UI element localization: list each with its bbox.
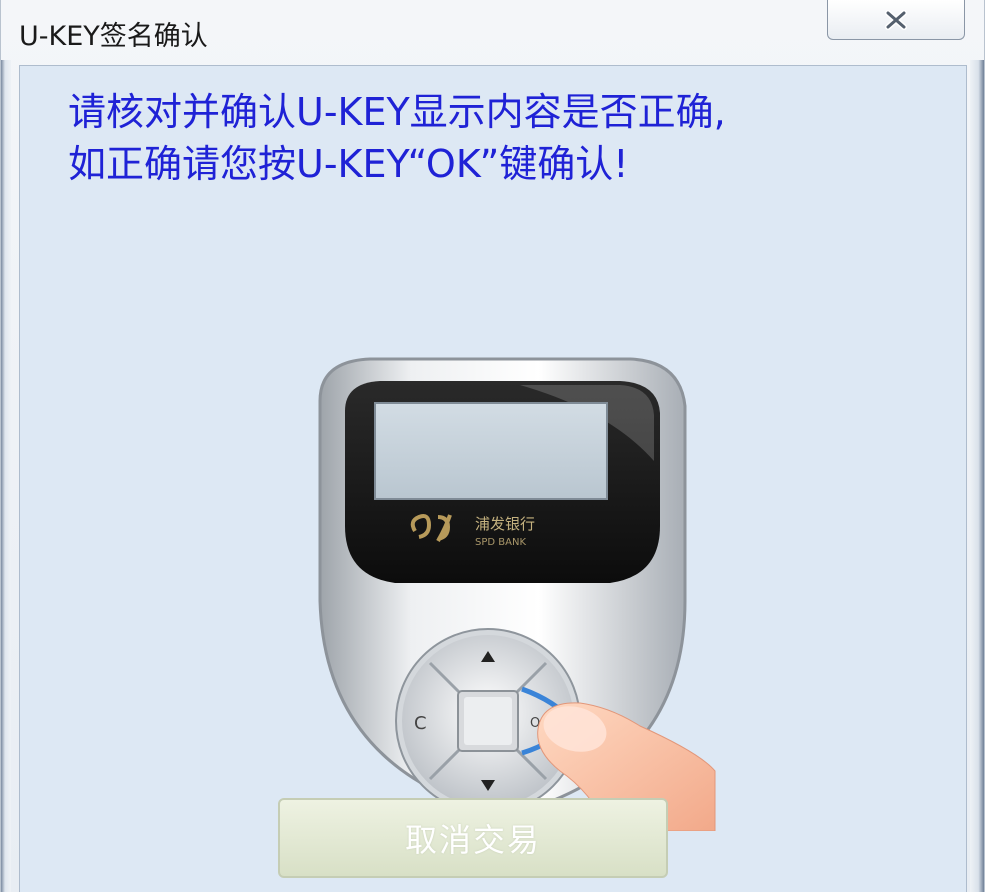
- close-icon: [885, 9, 907, 30]
- title-bar[interactable]: U-KEY签名确认: [1, 0, 985, 60]
- key-c-label: C: [414, 713, 427, 734]
- instruction-line-1: 请核对并确认U-KEY显示内容是否正确,: [68, 90, 726, 134]
- ukey-device-illustration: 浦发银行 SPD BANK C OK: [318, 357, 716, 831]
- dialog-content: 请核对并确认U-KEY显示内容是否正确, 如正确请您按U-KEY“OK”键确认!: [19, 65, 967, 892]
- window-edge-right: [970, 60, 984, 892]
- dialog-window: U-KEY签名确认 请核对并确认U-KEY显示内容是否正确, 如正确请您按U-K…: [0, 0, 985, 892]
- cancel-transaction-button[interactable]: 取消交易: [278, 798, 668, 878]
- close-button[interactable]: [827, 0, 965, 40]
- instruction-message: 请核对并确认U-KEY显示内容是否正确, 如正确请您按U-KEY“OK”键确认!: [68, 86, 948, 190]
- instruction-line-2: 如正确请您按U-KEY“OK”键确认!: [68, 142, 629, 186]
- brand-cn: 浦发银行: [475, 515, 535, 533]
- brand-en: SPD BANK: [475, 537, 526, 548]
- window-edge-left: [1, 60, 11, 892]
- lcd-screen: [374, 402, 608, 500]
- window-title: U-KEY签名确认: [19, 21, 208, 52]
